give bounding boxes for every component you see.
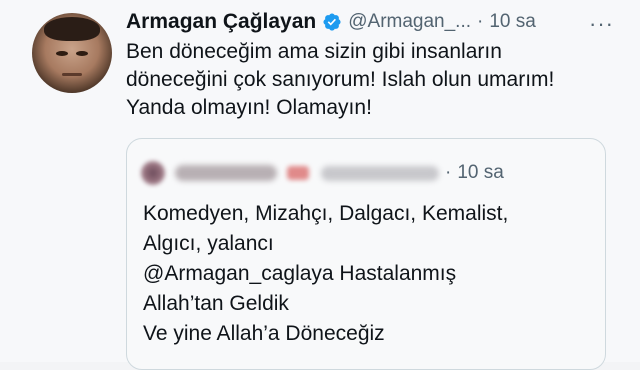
avatar[interactable] [32,13,112,93]
quoted-text-line: Allah’tan Geldik [143,292,289,315]
quoted-tweet-header: · 10 sa [141,159,593,187]
avatar-hair [44,17,100,41]
tweet-card[interactable]: Armagan Çağlayan @Armagan_... · 10 sa ··… [0,0,640,370]
quoted-text-line: Ve yine Allah’a Döneceğiz [143,322,385,345]
author-name[interactable]: Armagan Çağlayan [126,10,316,34]
tweet-text: Ben döneceğim ama sizin gibi insanların … [126,38,626,122]
tweet-text-line: Ben döneceğim ama sizin gibi insanların [126,40,502,63]
tweet-header: Armagan Çağlayan @Armagan_... · 10 sa ··… [126,8,620,36]
quoted-separator-dot: · [445,162,452,183]
avatar-eye-right [76,51,88,56]
more-options-icon[interactable]: ··· [589,11,614,37]
author-handle[interactable]: @Armagan_... [348,11,471,33]
quoted-tweet[interactable]: · 10 sa Komedyen, Mizahçı, Dalgacı, Kema… [126,138,606,370]
quoted-tweet-timestamp[interactable]: 10 sa [457,162,503,184]
avatar-eye-left [56,51,68,56]
tweet-text-line: döneceğini çok sanıyorum! Islah olun uma… [126,68,555,91]
quoted-tweet-text: Komedyen, Mizahçı, Dalgacı, Kemalist, Al… [143,199,593,349]
quoted-avatar-blurred[interactable] [141,161,165,185]
quoted-author-badge-blurred [287,166,309,180]
quoted-text-line: Komedyen, Mizahçı, Dalgacı, Kemalist, [143,202,509,225]
quoted-author-name-blurred [175,165,277,181]
tweet-timestamp[interactable]: 10 sa [489,11,535,33]
quoted-text-line: Algıcı, yalancı [143,232,274,255]
separator-dot: · [477,11,484,32]
quoted-author-handle-blurred [321,165,439,181]
quoted-text-line: @Armagan_caglaya Hastalanmış [143,262,457,285]
avatar-mouth [62,73,82,76]
tweet-text-line: Yanda olmayın! Olamayın! [126,96,372,119]
verified-badge-icon [323,13,341,31]
